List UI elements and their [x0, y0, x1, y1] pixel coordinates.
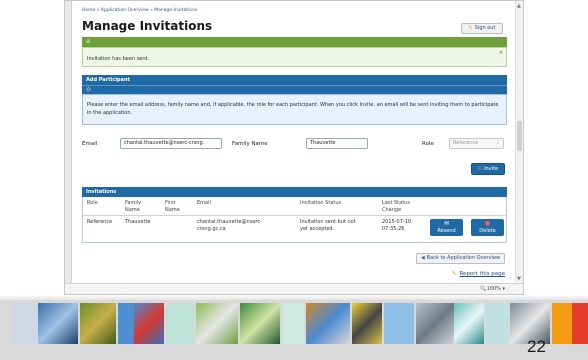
report-icon: ✎ [451, 271, 457, 277]
report-label: Report this page [459, 271, 505, 277]
invite-label: Invite [484, 166, 499, 172]
column-header-first-name: First Name [165, 200, 180, 213]
footer-image-buildings [416, 303, 454, 344]
footer-image-mint [166, 303, 194, 344]
footer-image-blue [118, 303, 134, 344]
report-page-link[interactable]: ✎ Report this page [452, 271, 505, 277]
footer-orange-block [552, 303, 572, 344]
footer-image-skyblue [384, 303, 414, 344]
back-to-overview-button[interactable]: ◀ Back to Application Overview [416, 253, 505, 264]
role-label: Role [422, 141, 434, 147]
browser-window: Home » Application Overview » Manage Inv… [64, 0, 524, 295]
add-participant-header: Add Participant [82, 75, 507, 85]
delete-button[interactable]: ● Delete [471, 219, 504, 236]
resend-label: Resend [437, 228, 456, 234]
footer-red-block [572, 303, 588, 344]
vertical-scrollbar[interactable]: ▲ ▼ [515, 1, 523, 284]
info-icon: ⓪ [86, 87, 92, 93]
delete-icon: ● [484, 220, 491, 227]
invitations-header: Invitations [82, 187, 507, 197]
success-alert: Invitation has been sent. × [82, 47, 507, 67]
column-header-status: Invitation Status [300, 200, 342, 206]
sign-out-label: Sign out [474, 25, 496, 31]
mail-icon: ✉ [443, 220, 450, 227]
family-name-label: Family Name [232, 141, 268, 147]
footer-image-graph [134, 303, 164, 344]
web-page: Home » Application Overview » Manage Inv… [71, 1, 516, 284]
family-name-field[interactable]: Thauvette [306, 138, 368, 149]
footer-image-leaves [240, 303, 280, 344]
breadcrumb[interactable]: Home » Application Overview » Manage Inv… [82, 8, 197, 13]
success-alert-bar: ⊘ [82, 37, 507, 47]
role-select[interactable]: Reference ⌄ [449, 138, 504, 149]
footer-image-plants [80, 303, 116, 344]
footer-image-tools [306, 303, 350, 344]
cell-last-change: 2015-07-10 07:35:26 [382, 219, 412, 232]
footer-image-pale [486, 303, 508, 344]
slide-number: 22 [527, 337, 546, 356]
email-field[interactable]: chantal.thauvette@nserc-crsng. [120, 138, 222, 149]
delete-label: Delete [479, 228, 496, 234]
chevron-down-icon: ⌄ [495, 140, 500, 146]
invitations-table: Role Family Name First Name Email Invita… [82, 197, 507, 243]
invite-button[interactable]: ✉ Invite [471, 163, 505, 175]
role-value: Reference [453, 140, 479, 146]
footer-image-molecule [196, 303, 238, 344]
resend-button[interactable]: ✉ Resend [430, 219, 463, 236]
footer-image-light [282, 303, 304, 344]
footer-image-sky [12, 303, 38, 344]
invite-icon: ✉ [477, 166, 483, 172]
back-arrow-icon: ◀ [420, 255, 425, 261]
page-title: Manage Invitations [82, 19, 213, 33]
footer-image-eye [38, 303, 78, 344]
scroll-down-icon[interactable]: ▼ [517, 276, 521, 282]
success-icon: ⊘ [86, 39, 91, 45]
column-header-role: Role [87, 200, 98, 206]
scroll-up-icon[interactable]: ▲ [517, 3, 521, 9]
cell-email: chantal.thauvette@nserc- crsng.gc.ca [197, 219, 262, 232]
alert-message: Invitation has been sent. [87, 56, 150, 62]
back-label: Back to Application Overview [426, 255, 501, 261]
footer-image-eye-teal [454, 303, 484, 344]
cell-role: Reference [87, 219, 113, 225]
column-header-email: Email [197, 200, 211, 206]
sign-out-button[interactable]: ✎ Sign out [461, 23, 503, 34]
column-header-family-name: Family Name [125, 200, 142, 213]
footer-image-butterfly [352, 303, 382, 344]
cell-status: Invitation sent but not yet accepted. [300, 219, 356, 232]
email-label: Email [82, 141, 98, 147]
scroll-thumb[interactable] [517, 121, 522, 151]
instructions-text: Please enter the email address, family n… [82, 94, 507, 125]
sign-out-icon: ✎ [468, 25, 473, 31]
zoom-level[interactable]: 🔍100% ▾ [480, 286, 505, 292]
close-icon[interactable]: × [499, 50, 503, 56]
cell-family-name: Thauvette [125, 219, 151, 225]
column-header-last-change: Last Status Change [382, 200, 410, 213]
browser-status-bar: 🔍100% ▾ [65, 283, 523, 294]
info-bar: ⓪ [82, 85, 507, 94]
header-divider [83, 215, 506, 216]
